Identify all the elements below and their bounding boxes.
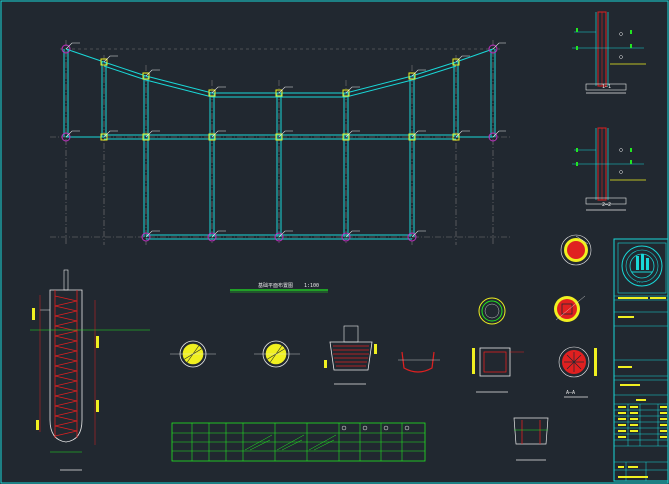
u-bar-detail <box>398 351 440 373</box>
column-detail-mid <box>554 295 586 322</box>
section-1-1-label: 1—1 <box>602 84 611 90</box>
column-detail-top <box>560 234 592 266</box>
foundation-plan <box>50 40 510 245</box>
ring-section <box>478 297 506 325</box>
aa-section-label: A—A <box>566 390 575 396</box>
corner-detail <box>513 417 549 461</box>
pile-elevation-detail <box>30 269 150 471</box>
cad-drawing-canvas[interactable]: 基础平面布置图 1:100 1—1 2—2 ··· A—A <box>0 0 669 484</box>
svg-text:···: ··· <box>636 280 643 285</box>
plan-title: 基础平面布置图 <box>258 282 293 289</box>
round-column-section-2 <box>254 340 300 368</box>
pile-schedule-table <box>171 422 426 462</box>
title-block: ··· <box>613 238 669 482</box>
pile-cap-detail <box>324 325 377 385</box>
beam-section <box>472 347 524 393</box>
round-column-section-1 <box>170 340 216 368</box>
section-2-2-label: 2—2 <box>602 202 611 208</box>
spiral-stirrup <box>54 295 78 437</box>
plan-scale: 1:100 <box>304 283 319 289</box>
plan-title-block: 基础平面布置图 1:100 <box>230 282 328 293</box>
column-detail-aa: A—A <box>558 346 597 398</box>
section-1-1: 1—1 <box>572 11 646 94</box>
section-2-2: 2—2 <box>572 127 646 211</box>
